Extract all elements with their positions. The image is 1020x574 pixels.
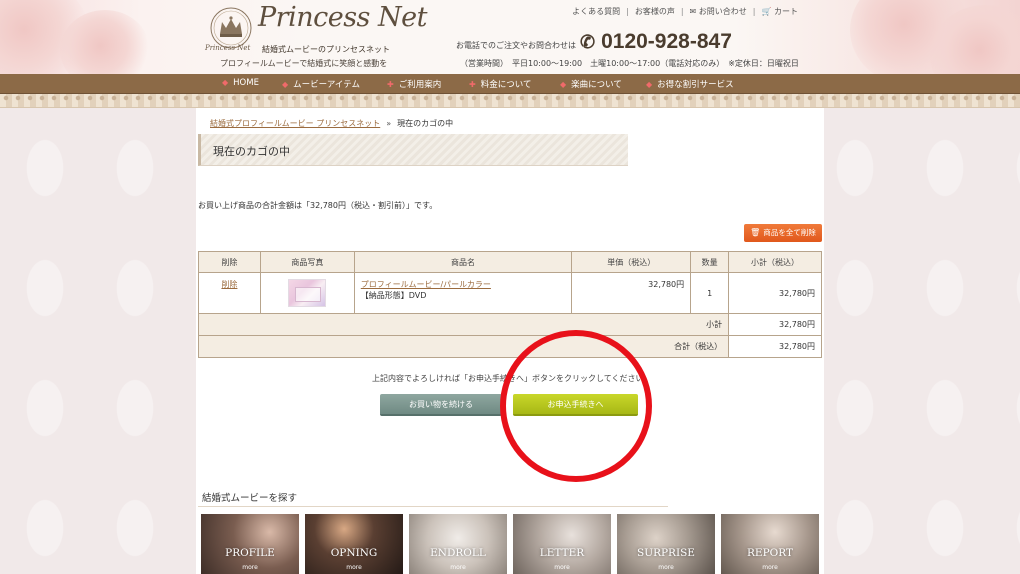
trash-icon: 🗑	[750, 228, 761, 237]
page-title-box: 現在のカゴの中	[198, 134, 628, 166]
cart-link[interactable]: カート	[774, 7, 798, 16]
cart-table: 削除 商品写真 商品名 単価（税込） 数量 小計（税込） 削除 プロフィールムー…	[197, 251, 822, 358]
phone-icon: ✆	[580, 32, 596, 52]
category-tile-opening[interactable]: OPNING more	[305, 514, 403, 574]
nav-item-pricing[interactable]: ✚ 料金について	[469, 78, 531, 90]
nav-item-discounts[interactable]: ◆ お得な割引サービス	[646, 78, 734, 90]
category-more: more	[762, 564, 778, 571]
category-more: more	[554, 564, 570, 571]
category-label: OPNING	[330, 547, 378, 559]
category-label: PROFILE	[225, 547, 275, 559]
breadcrumb: 結婚式プロフィールムービー プリンセスネット » 現在のカゴの中	[210, 118, 453, 129]
search-section-title: 結婚式ムービーを探す	[202, 493, 298, 504]
main-nav: ◆ HOME ◆ ムービーアイテム ✚ ご利用案内 ✚ 料金について ◆ 楽曲について ◆…	[0, 74, 1020, 94]
category-label: LETTER	[539, 547, 585, 559]
nav-item-label: 楽曲について	[571, 80, 622, 90]
category-label: REPORT	[747, 547, 793, 559]
diamond-bullet-icon: ◆	[560, 80, 567, 89]
subtotal-row: 小計 32,780円	[197, 313, 822, 336]
floral-decoration	[60, 10, 150, 74]
category-more: more	[450, 564, 466, 571]
nav-item-label: ムービーアイテム	[293, 80, 360, 90]
continue-shopping-button[interactable]: お買い物を続ける	[380, 394, 502, 416]
nav-item-home[interactable]: ◆ HOME	[222, 78, 259, 88]
site-logo[interactable]: Princess Net	[258, 2, 427, 42]
main-content: 結婚式プロフィールムービー プリンセスネット » 現在のカゴの中 現在のカゴの中 お…	[196, 108, 824, 574]
logo-subtitle: 結婚式ムービーのプリンセスネット	[262, 45, 390, 54]
cart-icon: 🛒	[761, 7, 774, 16]
nav-item-label: 料金について	[480, 80, 532, 90]
category-tile-surprise[interactable]: SURPRISE more	[617, 514, 715, 574]
divider	[198, 506, 668, 507]
category-more: more	[658, 564, 674, 571]
nav-item-movie-items[interactable]: ◆ ムービーアイテム	[282, 78, 360, 90]
delete-cell: 削除	[198, 272, 261, 314]
cart-item-row: 削除 プロフィールムービー/パールカラー 【納品形態】DVD 32,780円 1…	[198, 272, 822, 314]
plus-bullet-icon: ✚	[469, 80, 476, 89]
category-tile-report[interactable]: REPORT more	[721, 514, 819, 574]
annotation-circle	[500, 330, 652, 482]
item-subtotal-cell: 32,780円	[728, 272, 822, 314]
header-tagline: プロフィールムービーで結婚式に笑顔と感動を	[220, 59, 388, 68]
category-tile-endroll[interactable]: ENDROLL more	[409, 514, 507, 574]
category-label: ENDROLL	[430, 547, 486, 559]
category-tile-letter[interactable]: LETTER more	[513, 514, 611, 574]
delete-item-link[interactable]: 削除	[221, 280, 237, 289]
delete-all-label: 商品を全て削除	[763, 228, 816, 237]
nav-item-label: ご利用案内	[398, 80, 442, 90]
total-label: 合計（税込）	[197, 335, 730, 358]
nav-item-label: お得な割引サービス	[657, 80, 734, 90]
phone-number[interactable]: ✆ 0120-928-847	[580, 30, 732, 54]
product-name-cell: プロフィールムービー/パールカラー 【納品形態】DVD	[353, 272, 573, 314]
unit-price-cell: 32,780円	[571, 272, 692, 314]
breadcrumb-separator: »	[386, 119, 392, 128]
logo-small-text: Princess Net	[205, 44, 251, 52]
product-thumbnail[interactable]	[288, 279, 327, 307]
contact-link[interactable]: お問い合わせ	[699, 7, 747, 16]
category-label: SURPRISE	[637, 547, 695, 559]
page-title: 現在のカゴの中	[213, 145, 290, 158]
col-header-photo: 商品写真	[259, 251, 355, 273]
phone-number-text: 0120-928-847	[601, 30, 732, 53]
quantity-cell: 1	[690, 272, 730, 314]
breadcrumb-home-link[interactable]: 結婚式プロフィールムービー プリンセスネット	[210, 119, 380, 128]
cart-header-row: 削除 商品写真 商品名 単価（税込） 数量 小計（税込）	[198, 251, 822, 273]
col-header-delete: 削除	[198, 251, 261, 273]
col-header-name: 商品名	[353, 251, 573, 273]
total-message: お買い上げ商品の合計金額は「32,780円（税込・割引前）」です。	[198, 201, 438, 210]
phone-label: お電話でのご注文やお問合わせは	[456, 41, 576, 50]
col-header-unit-price: 単価（税込）	[571, 251, 692, 273]
diamond-bullet-icon: ◆	[646, 80, 653, 89]
subtotal-label: 小計	[197, 313, 730, 336]
product-option: 【納品形態】DVD	[360, 291, 427, 300]
col-header-subtotal: 小計（税込）	[728, 251, 822, 273]
header-top-links: よくある質問 | お客様の声 | ✉ お問い合わせ | 🛒 カート	[572, 7, 798, 16]
total-row: 合計（税込） 32,780円	[197, 335, 822, 358]
plus-bullet-icon: ✚	[387, 80, 394, 89]
nav-item-guide[interactable]: ✚ ご利用案内	[387, 78, 441, 90]
category-more: more	[242, 564, 258, 571]
category-more: more	[346, 564, 362, 571]
nav-item-music[interactable]: ◆ 楽曲について	[560, 78, 622, 90]
category-tile-profile[interactable]: PROFILE more	[201, 514, 299, 574]
business-hours: （営業時間） 平日10:00～19:00 土曜10:00～17:00（電話対応の…	[460, 59, 799, 68]
subtotal-value: 32,780円	[728, 313, 822, 336]
lace-divider	[0, 94, 1020, 108]
breadcrumb-current: 現在のカゴの中	[397, 119, 454, 128]
col-header-qty: 数量	[690, 251, 730, 273]
total-value: 32,780円	[728, 335, 822, 358]
product-name-link[interactable]: プロフィールムービー/パールカラー	[361, 280, 491, 289]
nav-item-label: HOME	[233, 78, 259, 88]
diamond-bullet-icon: ◆	[282, 80, 289, 89]
delete-all-button[interactable]: 🗑 商品を全て削除	[744, 224, 822, 242]
reviews-link[interactable]: お客様の声	[635, 7, 675, 16]
diamond-bullet-icon: ◆	[222, 78, 229, 87]
photo-cell	[259, 272, 355, 314]
mail-icon: ✉	[689, 7, 699, 16]
site-header: Princess Net Princess Net 結婚式ムービーのプリンセスネ…	[0, 0, 1020, 74]
faq-link[interactable]: よくある質問	[572, 7, 620, 16]
